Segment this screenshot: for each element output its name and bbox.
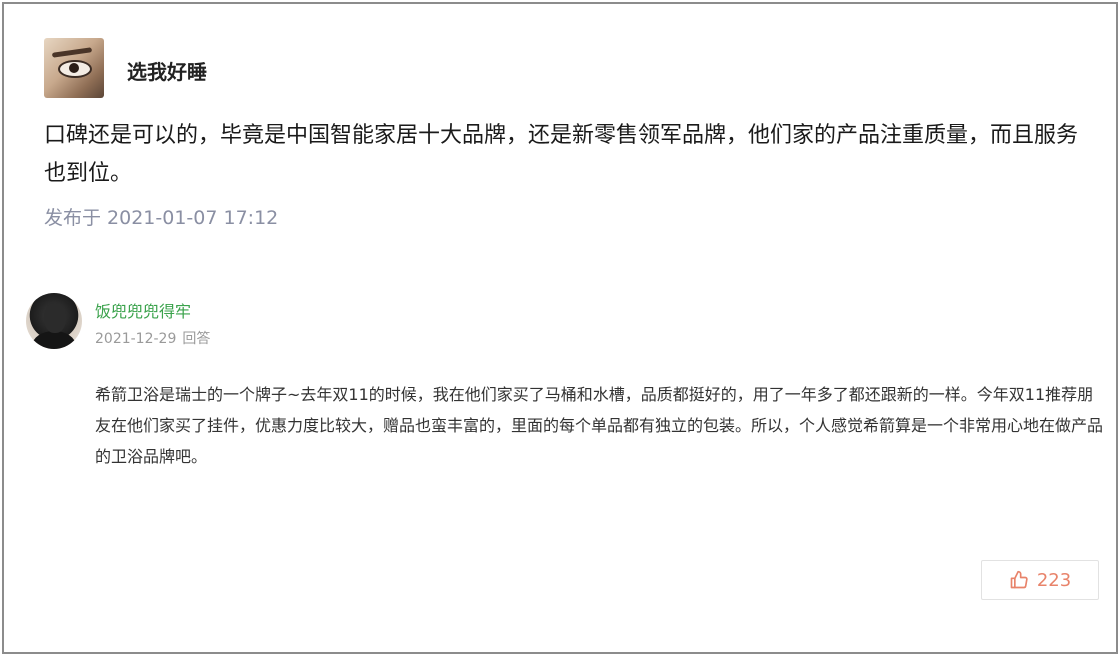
comment-author-avatar[interactable] bbox=[26, 293, 82, 349]
like-button[interactable]: 223 bbox=[981, 560, 1099, 600]
comment-body-text: 希箭卫浴是瑞士的一个牌子~去年双11的时候，我在他们家买了马桶和水槽，品质都挺好… bbox=[95, 385, 1104, 466]
thumbs-up-icon bbox=[1009, 570, 1029, 590]
post-body-text: 口碑还是可以的，毕竟是中国智能家居十大品牌，还是新零售领军品牌，他们家的产品注重… bbox=[44, 123, 1079, 186]
post-author-avatar[interactable] bbox=[44, 38, 104, 98]
comment-reply-label: 回答 bbox=[182, 331, 211, 347]
comment-date: 2021-12-29 bbox=[95, 331, 177, 347]
post-author-name[interactable]: 选我好睡 bbox=[127, 56, 207, 85]
post-timestamp: 发布于 2021-01-07 17:12 bbox=[44, 207, 279, 229]
comment-meta: 2021-12-29 回答 bbox=[95, 328, 210, 348]
answer-card: 选我好睡 口碑还是可以的，毕竟是中国智能家居十大品牌，还是新零售领军品牌，他们家… bbox=[2, 2, 1118, 654]
comment-author-name[interactable]: 饭兜兜兜得牢 bbox=[95, 298, 191, 322]
like-count: 223 bbox=[1036, 569, 1072, 591]
